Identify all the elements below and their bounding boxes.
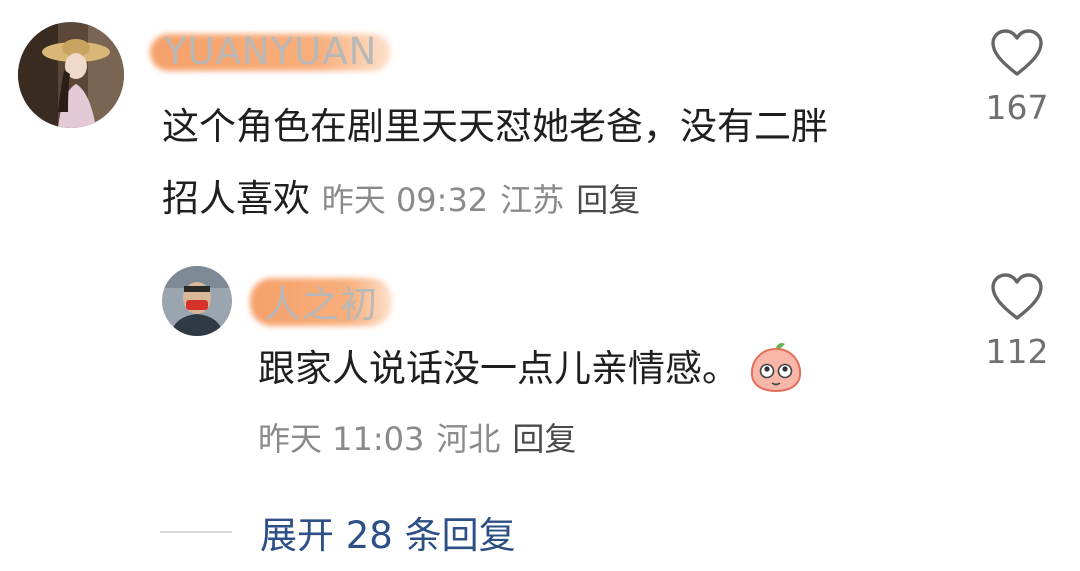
location: 江苏	[500, 181, 565, 219]
comment-meta: 昨天 09:32 江苏 回复	[322, 181, 652, 219]
comment-meta: 昨天 11:03 河北 回复	[258, 414, 588, 460]
comment-body: 跟家人说话没一点儿亲情感。	[258, 333, 805, 405]
timestamp: 昨天 11:03	[258, 420, 425, 458]
avatar[interactable]	[18, 22, 124, 128]
expand-replies[interactable]: 展开 28 条回复	[160, 505, 516, 559]
like-count: 167	[985, 88, 1049, 127]
timestamp: 昨天 09:32	[321, 181, 489, 219]
expand-replies-label[interactable]: 展开 28 条回复	[260, 505, 516, 559]
like-button[interactable]: 167	[985, 28, 1049, 127]
reply-button[interactable]: 回复	[576, 181, 640, 219]
comment-text-line-with-meta: 招人喜欢 昨天 09:32 江苏 回复	[162, 163, 828, 236]
heart-icon	[991, 29, 1043, 76]
username[interactable]: 人之初	[250, 270, 392, 332]
location: 河北	[436, 420, 501, 458]
comment-text-line: 这个角色在剧里天天怼她老爸，没有二胖	[162, 105, 828, 148]
username[interactable]: YUANYUAN	[150, 26, 392, 77]
peach-emoji-icon	[750, 343, 802, 393]
avatar[interactable]	[162, 266, 232, 336]
like-button[interactable]: 112	[985, 272, 1049, 371]
heart-icon	[991, 273, 1043, 320]
reply-button[interactable]: 回复	[512, 420, 576, 458]
comment-body: 这个角色在剧里天天怼她老爸，没有二胖 招人喜欢 昨天 09:32 江苏 回复	[162, 91, 828, 236]
comment-thread: YUANYUAN 这个角色在剧里天天怼她老爸，没有二胖 招人喜欢 昨天 09:3…	[0, 0, 1080, 571]
like-count: 112	[985, 332, 1049, 371]
divider	[160, 531, 232, 533]
